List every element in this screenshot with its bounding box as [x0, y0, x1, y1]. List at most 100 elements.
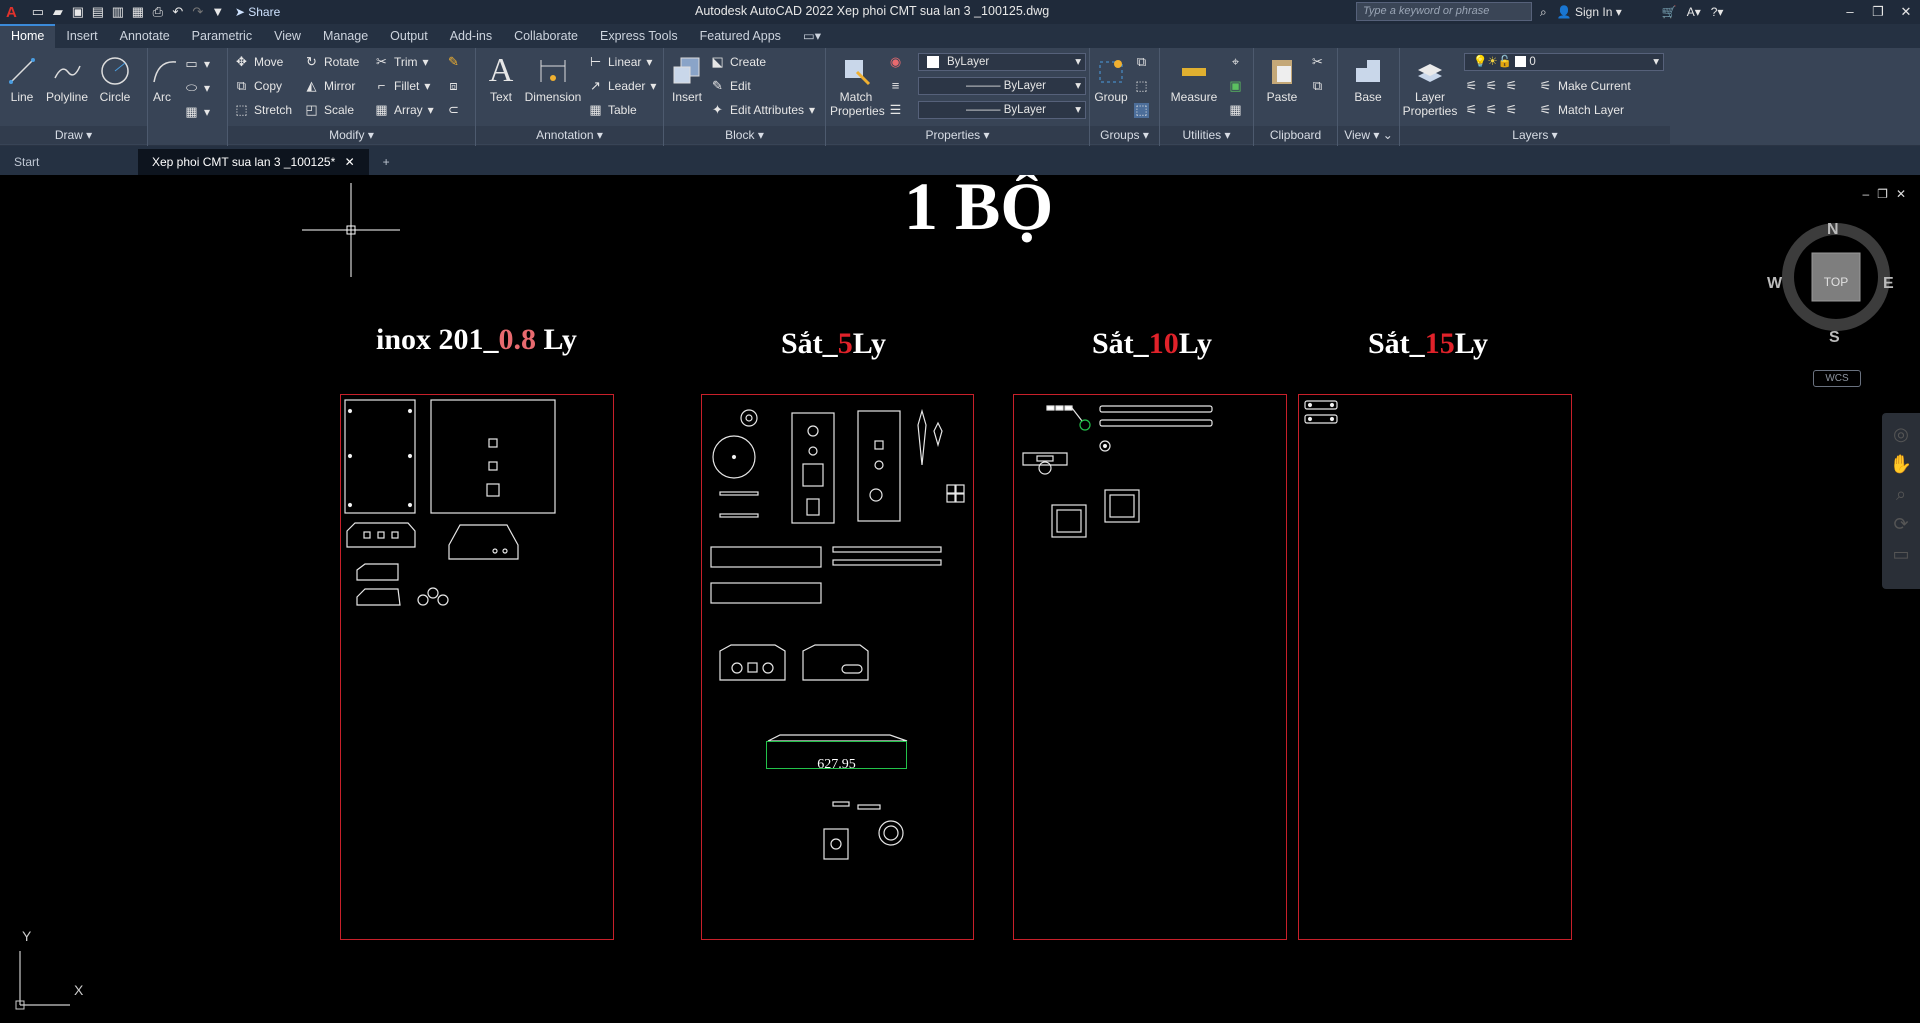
linear-button[interactable]: ⊢ Linear ▾ [588, 52, 653, 72]
start-tab[interactable]: Start [0, 149, 138, 175]
tab-add-ins[interactable]: Add-ins [439, 24, 503, 48]
rectangle-tool[interactable]: ▭ ▾ [184, 54, 210, 74]
circle-button[interactable]: Circle [96, 54, 134, 104]
viewport-restore-icon[interactable]: ❐ [1877, 187, 1888, 201]
copy-clip-button[interactable]: ⧉ [1310, 76, 1325, 96]
ellipse-tool[interactable]: ⬭ ▾ [184, 78, 210, 98]
edit-attributes-button[interactable]: ✦ Edit Attributes ▾ [710, 100, 815, 120]
group-button[interactable]: Group [1092, 54, 1130, 104]
match-properties-button[interactable]: Match Properties [830, 54, 885, 118]
share-button[interactable]: ➤ Share [235, 5, 280, 19]
compass-north[interactable]: N [1827, 221, 1839, 239]
scale-button[interactable]: ◰ Scale [304, 100, 354, 120]
view-panel-title[interactable]: View ▾ ⌄ [1338, 126, 1399, 144]
base-button[interactable]: Base [1348, 54, 1388, 104]
layer-properties-button[interactable]: Layer Properties [1402, 54, 1458, 118]
arc-button[interactable]: Arc [148, 54, 177, 104]
mirror-button[interactable]: ◭ Mirror [304, 76, 356, 96]
sign-in-button[interactable]: 👤 Sign In ▾ [1557, 5, 1622, 19]
modify-panel-title[interactable]: Modify ▾ [228, 126, 475, 144]
create-block-button[interactable]: ⬕ Create [710, 52, 766, 72]
tab-view[interactable]: View [263, 24, 312, 48]
copy-button[interactable]: ⧉ Copy [234, 76, 282, 96]
autodesk-app-icon[interactable]: A▾ [1687, 5, 1701, 19]
ungroup-button[interactable]: ⧉ [1134, 52, 1149, 72]
id-point-button[interactable]: ⌖ [1228, 52, 1243, 72]
rotate-button[interactable]: ↻ Rotate [304, 52, 359, 72]
trim-button[interactable]: ✂ Trim ▾ [374, 52, 429, 72]
lineweight-dropdown[interactable]: ——— ByLayer ▾ [918, 77, 1086, 95]
color-dropdown[interactable]: ByLayer ▾ [918, 53, 1086, 71]
stretch-button[interactable]: ⬚ Stretch [234, 100, 292, 120]
autocad-logo-icon[interactable]: A [6, 4, 17, 21]
dimension-value[interactable]: 627.95 [766, 757, 907, 773]
properties-panel-title[interactable]: Properties ▾ [826, 126, 1089, 144]
groups-panel-title[interactable]: Groups ▾ [1090, 126, 1159, 144]
workspace-icon[interactable]: ▼ [211, 5, 225, 19]
match-layer-button[interactable]: ⚟ Match Layer [1538, 100, 1624, 120]
paste-button[interactable]: Paste [1262, 54, 1302, 104]
linetype-dropdown[interactable]: ——— ByLayer ▾ [918, 101, 1086, 119]
redo-icon[interactable]: ↷ [191, 5, 205, 19]
move-button[interactable]: ✥ Move [234, 52, 283, 72]
layer-tools-row2[interactable]: ⚟ ⚟ ⚟ [1464, 100, 1519, 120]
edit-block-button[interactable]: ✎ Edit [710, 76, 751, 96]
explode-button[interactable]: ⧈ [446, 76, 461, 96]
erase-button[interactable]: ✎ [446, 52, 461, 72]
polyline-button[interactable]: Polyline [42, 54, 92, 104]
array-button[interactable]: ▦ Array ▾ [374, 100, 433, 120]
draw-panel-title[interactable]: Draw ▾ [0, 126, 147, 144]
cart-icon[interactable]: 🛒 [1662, 5, 1677, 19]
viewport-minimize-icon[interactable]: – [1862, 187, 1869, 201]
layer-tools-row1[interactable]: ⚟ ⚟ ⚟ [1464, 76, 1519, 96]
tab-collaborate[interactable]: Collaborate [503, 24, 589, 48]
leader-button[interactable]: ↗ Leader ▾ [588, 76, 656, 96]
block-panel-title[interactable]: Block ▾ [664, 126, 825, 144]
fillet-button[interactable]: ⌐ Fillet ▾ [374, 76, 431, 96]
compass-south[interactable]: S [1829, 329, 1840, 347]
calculator-button[interactable]: ▦ [1228, 100, 1243, 120]
web-mobile-icon[interactable]: ▥ [111, 5, 125, 19]
layer-dropdown[interactable]: 💡☀🔓 0 ▾ [1464, 53, 1664, 71]
search-icon[interactable]: ⌕ [1540, 5, 1547, 20]
minimize-button[interactable]: – [1836, 0, 1864, 24]
viewcube-top-face[interactable]: TOP [1812, 275, 1860, 289]
new-tab-button[interactable]: + [369, 149, 404, 175]
hatch-tool[interactable]: ▦ ▾ [184, 102, 210, 122]
compass-east[interactable]: E [1883, 275, 1894, 293]
layers-panel-title[interactable]: Layers ▾ [1400, 126, 1670, 144]
restore-button[interactable]: ❐ [1864, 0, 1892, 24]
close-tab-icon[interactable]: ✕ [345, 155, 355, 169]
quick-select-button[interactable]: ▣ [1228, 76, 1243, 96]
text-button[interactable]: A Text [484, 52, 518, 104]
close-button[interactable]: ✕ [1892, 0, 1920, 24]
save-icon[interactable]: ▣ [71, 5, 85, 19]
cut-button[interactable]: ✂ [1310, 52, 1325, 72]
undo-icon[interactable]: ↶ [171, 5, 185, 19]
tab-featured-apps[interactable]: Featured Apps [689, 24, 792, 48]
open-file-icon[interactable]: ▰ [51, 5, 65, 19]
linetype-icon[interactable]: ☰ [888, 100, 903, 120]
new-file-icon[interactable]: ▭ [31, 5, 45, 19]
drawing-tab[interactable]: Xep phoi CMT sua lan 3 _100125* ✕ [138, 149, 369, 175]
viewport-close-icon[interactable]: ✕ [1896, 187, 1906, 201]
lineweight-icon[interactable]: ≡ [888, 76, 903, 96]
utilities-panel-title[interactable]: Utilities ▾ [1160, 126, 1253, 144]
tab-annotate[interactable]: Annotate [109, 24, 181, 48]
save-as-icon[interactable]: ▤ [91, 5, 105, 19]
wcs-menu[interactable]: WCS [1813, 370, 1861, 387]
clipboard-panel-title[interactable]: Clipboard [1254, 126, 1337, 144]
tab-output[interactable]: Output [379, 24, 439, 48]
dimension-button[interactable]: Dimension [522, 54, 584, 104]
drawing-canvas[interactable]: – ❐ ✕ 1 BỘ inox 201_0.8 Ly Sắt_5Ly Sắt_1… [0, 175, 1920, 1023]
tab-parametric[interactable]: Parametric [181, 24, 263, 48]
table-button[interactable]: ▦ Table [588, 100, 636, 120]
measure-button[interactable]: Measure [1166, 54, 1222, 104]
group-select-button[interactable]: ⬚ [1134, 100, 1149, 120]
save-web-icon[interactable]: ▦ [131, 5, 145, 19]
annotation-panel-title[interactable]: Annotation ▾ [476, 126, 663, 144]
help-icon[interactable]: ?▾ [1711, 5, 1724, 19]
compass-west[interactable]: W [1767, 275, 1782, 293]
color-wheel-icon[interactable]: ◉ [888, 52, 903, 72]
tab-home[interactable]: Home [0, 24, 56, 48]
